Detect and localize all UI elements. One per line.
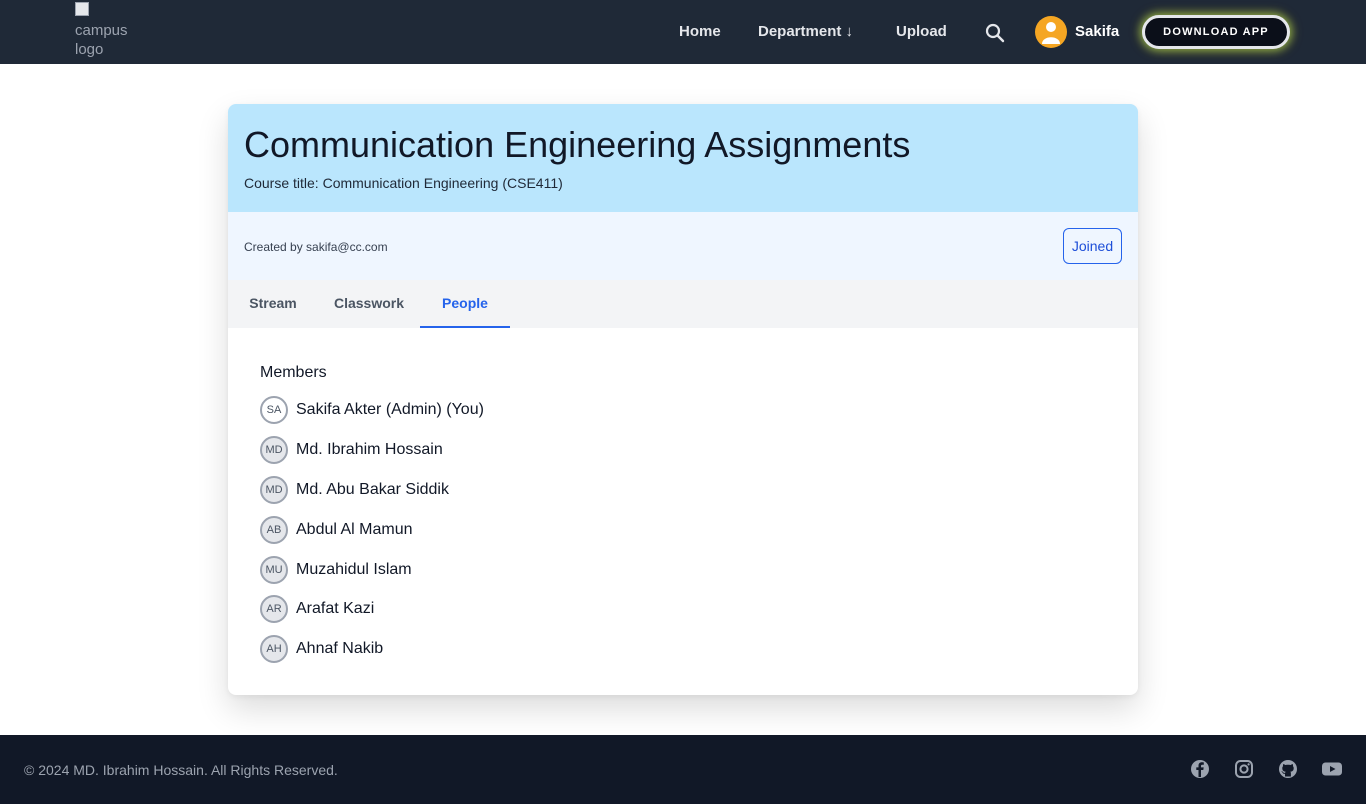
course-subtitle: Course title: Communication Engineering … [244, 175, 563, 191]
member-avatar: MU [260, 556, 288, 584]
user-name[interactable]: Sakifa [1075, 22, 1119, 42]
member-avatar: AB [260, 516, 288, 544]
broken-image-icon [75, 2, 89, 16]
facebook-icon[interactable] [1190, 759, 1210, 779]
member-name: Ahnaf Nakib [296, 640, 384, 657]
youtube-icon[interactable] [1321, 759, 1342, 779]
logo-alt-text: campus logo [75, 22, 128, 58]
course-tabs: Stream Classwork People [228, 280, 1138, 328]
user-icon [1042, 22, 1060, 44]
member-avatar: AR [260, 595, 288, 623]
member-name: Md. Abu Bakar Siddik [296, 481, 449, 498]
nav-upload-link[interactable]: Upload [896, 22, 947, 42]
search-icon[interactable] [984, 22, 1006, 44]
course-card: Communication Engineering Assignments Co… [228, 104, 1138, 695]
member-name: Arafat Kazi [296, 600, 375, 617]
member-name: Md. Ibrahim Hossain [296, 441, 443, 458]
member-avatar: AH [260, 635, 288, 663]
instagram-icon[interactable] [1234, 759, 1254, 779]
member-avatar: MD [260, 476, 288, 504]
top-navbar: campus logo Home Department ↓ Upload Sak… [0, 0, 1366, 64]
nav-home-link[interactable]: Home [679, 22, 721, 42]
copyright-text: © 2024 MD. Ibrahim Hossain. All Rights R… [24, 762, 338, 778]
tab-stream[interactable]: Stream [240, 280, 306, 328]
github-icon[interactable] [1278, 759, 1298, 779]
tab-people[interactable]: People [420, 280, 510, 328]
members-heading: Members [260, 364, 327, 381]
member-name: Muzahidul Islam [296, 561, 412, 578]
joined-button[interactable]: Joined [1063, 228, 1122, 264]
course-meta-bar: Created by sakifa@cc.com Joined [228, 212, 1138, 280]
campus-logo[interactable]: campus logo [75, 2, 131, 62]
member-avatar: SA [260, 396, 288, 424]
member-name: Abdul Al Mamun [296, 521, 413, 538]
course-header: Communication Engineering Assignments Co… [228, 104, 1138, 212]
page-footer: © 2024 MD. Ibrahim Hossain. All Rights R… [0, 735, 1366, 804]
download-app-button[interactable]: DOWNLOAD APP [1142, 15, 1290, 49]
nav-department-dropdown[interactable]: Department ↓ [758, 22, 853, 42]
created-by-text: Created by sakifa@cc.com [244, 240, 388, 254]
member-avatar: MD [260, 436, 288, 464]
member-name: Sakifa Akter (Admin) (You) [296, 401, 484, 418]
course-title: Communication Engineering Assignments [244, 124, 911, 165]
tab-classwork[interactable]: Classwork [324, 280, 414, 328]
user-avatar[interactable] [1035, 16, 1067, 48]
